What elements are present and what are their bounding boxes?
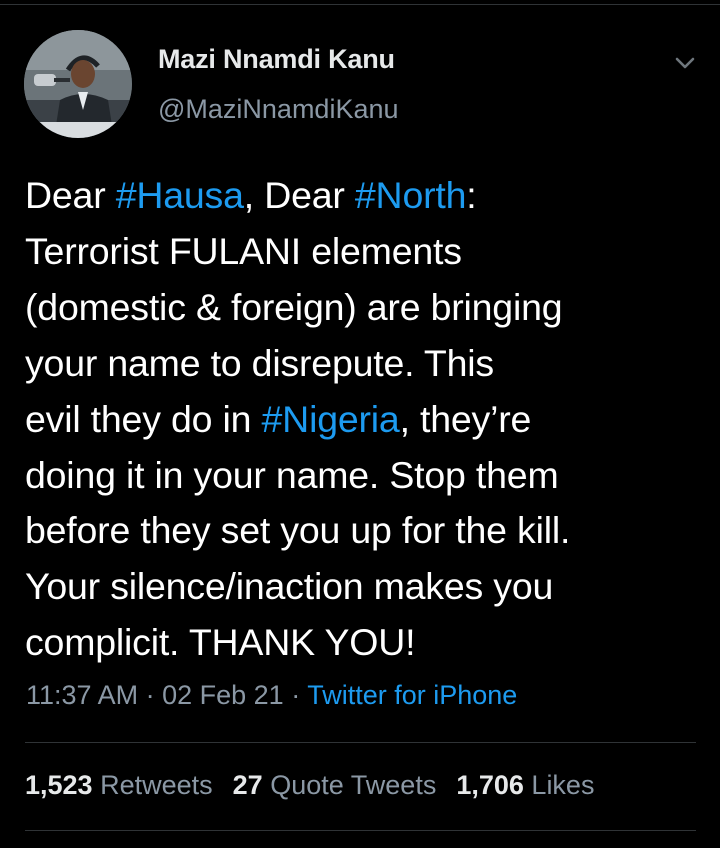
tweet-text-line: Terrorist FULANI elements [25, 224, 705, 280]
tweet-text-line: evil they do in #Nigeria, they’re [25, 392, 705, 448]
hashtag-link[interactable]: #Nigeria [262, 398, 400, 440]
tweet-text-segment: your name to disrepute. This [25, 341, 494, 384]
tweet-source-link[interactable]: Twitter for iPhone [307, 680, 517, 710]
tweet-text-segment: Dear [25, 174, 116, 216]
retweets-stat[interactable]: 1,523 Retweets [25, 770, 213, 800]
tweet-text-line: complicit. THANK YOU! [25, 615, 705, 671]
chevron-down-icon[interactable] [670, 48, 700, 78]
divider [25, 830, 696, 831]
meta-separator: · [291, 680, 301, 710]
meta-separator: · [145, 680, 155, 710]
tweet-text-line: Your silence/inaction makes you [25, 559, 705, 615]
tweet-time[interactable]: 11:37 AM [26, 680, 138, 710]
tweet-text-segment: (domestic & foreign) are bringing [25, 285, 563, 328]
tweet-text-line: Dear #Hausa, Dear #North: [25, 168, 705, 224]
author-handle[interactable]: @MaziNnamdiKanu [158, 94, 399, 125]
retweets-label: Retweets [100, 770, 213, 800]
quote-tweets-stat[interactable]: 27 Quote Tweets [233, 770, 437, 800]
tweet-stats: 1,523 Retweets 27 Quote Tweets 1,706 Likes [25, 770, 614, 801]
author-name[interactable]: Mazi Nnamdi Kanu [158, 44, 395, 75]
tweet-text-segment: complicit. THANK YOU! [25, 621, 416, 664]
tweet-text-line: before they set you up for the kill. [25, 503, 705, 559]
tweet-text-line: your name to disrepute. This [25, 336, 705, 392]
tweet-date[interactable]: 02 Feb 21 [162, 680, 284, 710]
avatar[interactable] [24, 30, 132, 138]
divider [25, 742, 696, 743]
tweet-text-line: doing it in your name. Stop them [25, 448, 705, 504]
likes-count: 1,706 [456, 770, 524, 800]
tweet-text-segment: before they set you up for the kill. [25, 509, 571, 552]
tweet-text-segment: , they’re [399, 397, 532, 440]
hashtag-link[interactable]: #Hausa [116, 174, 244, 216]
tweet-text-segment: Your silence/inaction makes you [25, 565, 554, 608]
tweet-text-segment: , Dear [243, 174, 355, 216]
retweets-count: 1,523 [25, 770, 93, 800]
tweet-text-segment: doing it in your name. Stop them [25, 453, 559, 496]
likes-stat[interactable]: 1,706 Likes [456, 770, 594, 800]
hashtag-link[interactable]: #North [355, 174, 467, 216]
top-divider [0, 4, 720, 5]
quote-tweets-label: Quote Tweets [270, 770, 437, 800]
tweet-text: Dear #Hausa, Dear #North: Terrorist FULAN… [25, 168, 705, 671]
quote-tweets-count: 27 [232, 770, 263, 800]
tweet-text-segment: Terrorist FULANI elements [25, 229, 462, 272]
tweet-text-segment: evil they do in [25, 397, 262, 440]
tweet-meta: 11:37 AM · 02 Feb 21 · Twitter for iPhon… [26, 680, 517, 711]
likes-label: Likes [531, 770, 595, 800]
tweet-text-line: (domestic & foreign) are bringing [25, 280, 705, 336]
tweet-text-segment: : [466, 174, 477, 216]
